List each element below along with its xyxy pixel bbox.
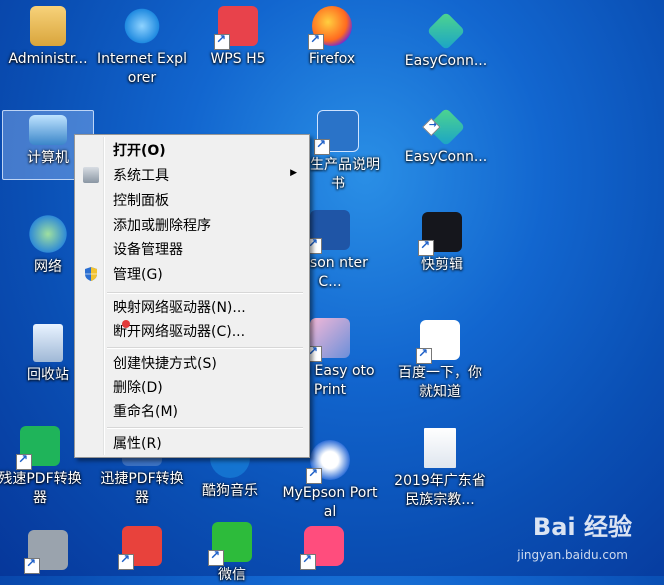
desktop-icon-label: WPS H5 [210, 51, 266, 67]
desktop-icon-internet-explorer[interactable]: Internet Explorer [94, 6, 190, 88]
user-folder-icon [30, 6, 66, 46]
desktop-icon-label: 迅捷PDF转换器 [100, 471, 184, 506]
menu-item-label: 管理(G) [113, 267, 163, 283]
desktop-icon-firefox[interactable]: Firefox [284, 6, 380, 69]
network-globe-icon [28, 214, 68, 254]
desktop-icon-label: 快剪辑 [421, 257, 463, 273]
menu-item-system-tools[interactable]: 系统工具 ▶ [77, 164, 305, 186]
wechat-icon [208, 522, 252, 566]
menu-item-label: 打开(O) [113, 143, 166, 159]
desktop-icon-camera[interactable] [0, 530, 96, 574]
desktop-icon-label: Firefox [308, 51, 356, 67]
desktop-icon-kuaijianji[interactable]: 快剪辑 [394, 212, 490, 275]
menu-item-add-remove-programs[interactable]: 添加或删除程序 [77, 214, 305, 236]
wps-h5-icon [214, 6, 258, 50]
computer-icon [29, 115, 67, 145]
menu-item-rename[interactable]: 重命名(M) [77, 400, 305, 422]
menu-item-create-shortcut[interactable]: 创建快捷方式(S) [77, 352, 305, 374]
menu-item-device-manager[interactable]: 设备管理器 [77, 238, 305, 260]
submenu-arrow-icon: ▶ [290, 168, 297, 178]
menu-item-manage[interactable]: 管理(G) [77, 263, 305, 285]
pdf-converter-icon [16, 426, 60, 470]
desktop-icon-wps-pdf[interactable] [94, 526, 190, 570]
watermark-url: jingyan.baidu.com [517, 548, 628, 562]
menu-item-control-panel[interactable]: 控制面板 [77, 189, 305, 211]
desktop-icon-label: 酷狗音乐 [202, 483, 258, 499]
menu-separator [107, 292, 303, 294]
desktop-icon-label: 百度一下，你就知道 [398, 365, 482, 400]
desktop-icon-wps-h5[interactable]: WPS H5 [190, 6, 286, 69]
baidu-jingyan-watermark: Bai 经验 [532, 513, 632, 541]
menu-item-label: 断开网络驱动器(C)... [113, 324, 246, 340]
photo-print-icon [306, 318, 350, 362]
cursor-dot [122, 320, 130, 328]
desktop-icon-easyconnect-1[interactable]: EasyConn... [398, 11, 494, 71]
menu-item-label: 系统工具 [113, 168, 169, 184]
menu-item-label: 设备管理器 [113, 242, 183, 258]
desktop-icon-label: MyEpson Portal [282, 485, 378, 520]
desktop-icon-label: 2019年广东省民族宗教... [394, 473, 486, 508]
menu-item-delete[interactable]: 删除(D) [77, 376, 305, 398]
meitu-icon [300, 526, 344, 570]
kuaijianji-icon [418, 212, 462, 256]
menu-item-label: 属性(R) [113, 436, 162, 452]
menu-separator [107, 347, 303, 349]
desktop-icon-meitu[interactable] [276, 526, 372, 570]
myepson-icon [306, 440, 350, 484]
easyconnect-icon [426, 11, 466, 51]
desktop-icon-label: Internet Explorer [97, 51, 187, 86]
desktop-icon-label: EasyConn... [404, 149, 488, 165]
desktop-icon-easyconnect-2[interactable]: EasyConn... [398, 107, 494, 167]
desktop-icon-label: Administr... [8, 51, 88, 67]
menu-item-properties[interactable]: 属性(R) [77, 432, 305, 454]
desktop-icon-baidu[interactable]: 百度一下，你就知道 [392, 320, 488, 402]
desktop-icon-label: EasyConn... [404, 53, 488, 69]
menu-separator [107, 427, 303, 429]
recycle-bin-icon [33, 324, 63, 362]
menu-item-label: 删除(D) [113, 380, 163, 396]
internet-explorer-icon [122, 6, 162, 46]
document-icon [314, 110, 359, 155]
easyconnect-icon [422, 107, 466, 147]
shield-icon [83, 266, 99, 282]
menu-item-disconnect-network-drive[interactable]: 断开网络驱动器(C)... [77, 320, 305, 342]
context-menu: 打开(O) 系统工具 ▶ 控制面板 添加或删除程序 设备管理器 管理(G) 映射… [74, 134, 310, 458]
desktop-icon-label: 残速PDF转换器 [0, 471, 82, 506]
menu-item-label: 控制面板 [113, 193, 169, 209]
word-document-icon [424, 428, 456, 468]
firefox-icon [308, 6, 352, 50]
system-tools-icon [83, 167, 99, 183]
baidu-paw-icon [416, 320, 460, 364]
desktop-icon-administrator[interactable]: Administr... [0, 6, 96, 69]
camera-icon [24, 530, 68, 574]
menu-item-map-network-drive[interactable]: 映射网络驱动器(N)... [77, 296, 305, 318]
menu-item-open[interactable]: 打开(O) [77, 139, 305, 161]
menu-item-label: 添加或删除程序 [113, 218, 211, 234]
menu-item-label: 映射网络驱动器(N)... [113, 300, 246, 316]
wps-pdf-icon [118, 526, 162, 570]
desktop-icon-guangdong-doc[interactable]: 2019年广东省民族宗教... [392, 428, 488, 510]
menu-item-label: 重命名(M) [113, 404, 179, 420]
menu-item-label: 创建快捷方式(S) [113, 356, 217, 372]
epson-icon [306, 210, 350, 254]
